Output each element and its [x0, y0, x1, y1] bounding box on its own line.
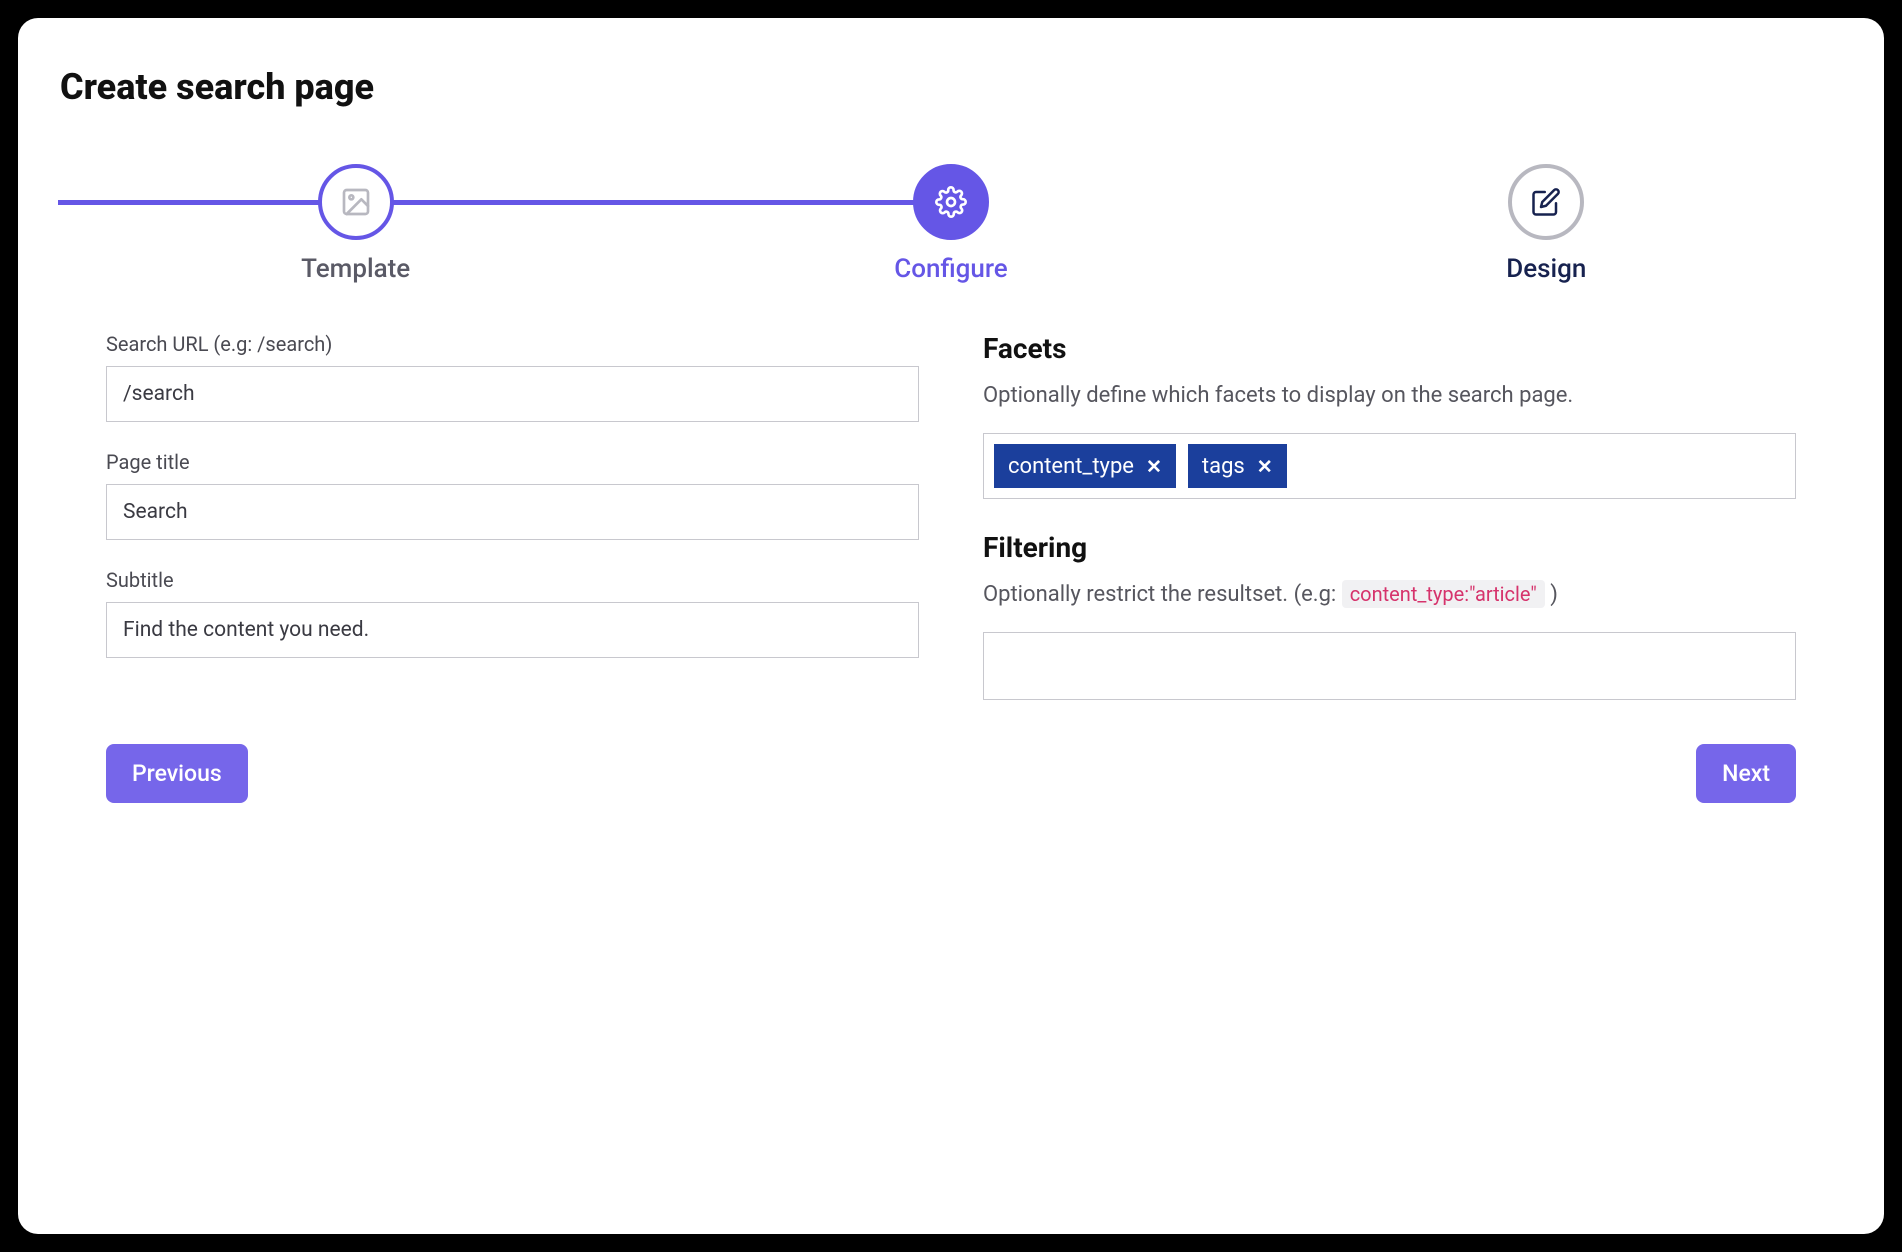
page-title-label: Page title — [106, 450, 919, 474]
next-button[interactable]: Next — [1696, 744, 1796, 803]
search-url-label: Search URL (e.g: /search) — [106, 332, 919, 356]
field-page-title: Page title — [106, 450, 919, 540]
step-design-label: Design — [1506, 254, 1586, 284]
step-template[interactable]: Template — [58, 164, 653, 284]
filtering-desc-prefix: Optionally restrict the resultset. (e.g: — [983, 582, 1342, 607]
page-title-input[interactable] — [106, 484, 919, 540]
facet-tag: content_type ✕ — [994, 444, 1176, 488]
step-template-circle — [318, 164, 394, 240]
image-icon — [340, 186, 372, 218]
subtitle-input[interactable] — [106, 602, 919, 658]
stepper: Template Configure — [58, 164, 1844, 284]
facet-tag-label: content_type — [1008, 454, 1134, 479]
step-configure-circle — [913, 164, 989, 240]
facet-tag: tags ✕ — [1188, 444, 1287, 488]
filtering-description: Optionally restrict the resultset. (e.g:… — [983, 578, 1796, 612]
facets-tag-input[interactable]: content_type ✕ tags ✕ — [983, 433, 1796, 499]
page-title: Create search page — [58, 66, 1844, 108]
step-design[interactable]: Design — [1249, 164, 1844, 284]
filtering-desc-suffix: ) — [1545, 582, 1558, 607]
step-configure-label: Configure — [894, 254, 1007, 284]
step-template-label: Template — [301, 254, 410, 284]
search-url-input[interactable] — [106, 366, 919, 422]
step-design-circle — [1508, 164, 1584, 240]
field-subtitle: Subtitle — [106, 568, 919, 658]
subtitle-label: Subtitle — [106, 568, 919, 592]
filtering-desc-code: content_type:"article" — [1342, 580, 1545, 608]
field-search-url: Search URL (e.g: /search) — [106, 332, 919, 422]
previous-button[interactable]: Previous — [106, 744, 248, 803]
edit-icon — [1531, 187, 1561, 217]
facets-heading: Facets — [983, 332, 1796, 365]
wizard-window: Create search page Template — [18, 18, 1884, 1234]
step-configure[interactable]: Configure — [653, 164, 1248, 284]
facets-description: Optionally define which facets to displa… — [983, 379, 1796, 413]
filtering-input[interactable] — [983, 632, 1796, 700]
wizard-footer: Previous Next — [58, 744, 1844, 803]
facet-tag-label: tags — [1202, 454, 1245, 479]
gear-icon — [935, 186, 967, 218]
remove-tag-icon[interactable]: ✕ — [1146, 455, 1162, 478]
left-column: Search URL (e.g: /search) Page title Sub… — [106, 332, 919, 700]
filtering-heading: Filtering — [983, 531, 1796, 564]
right-column: Facets Optionally define which facets to… — [983, 332, 1796, 700]
remove-tag-icon[interactable]: ✕ — [1257, 455, 1273, 478]
stepper-progress-line — [58, 200, 951, 205]
form-area: Search URL (e.g: /search) Page title Sub… — [58, 332, 1844, 700]
